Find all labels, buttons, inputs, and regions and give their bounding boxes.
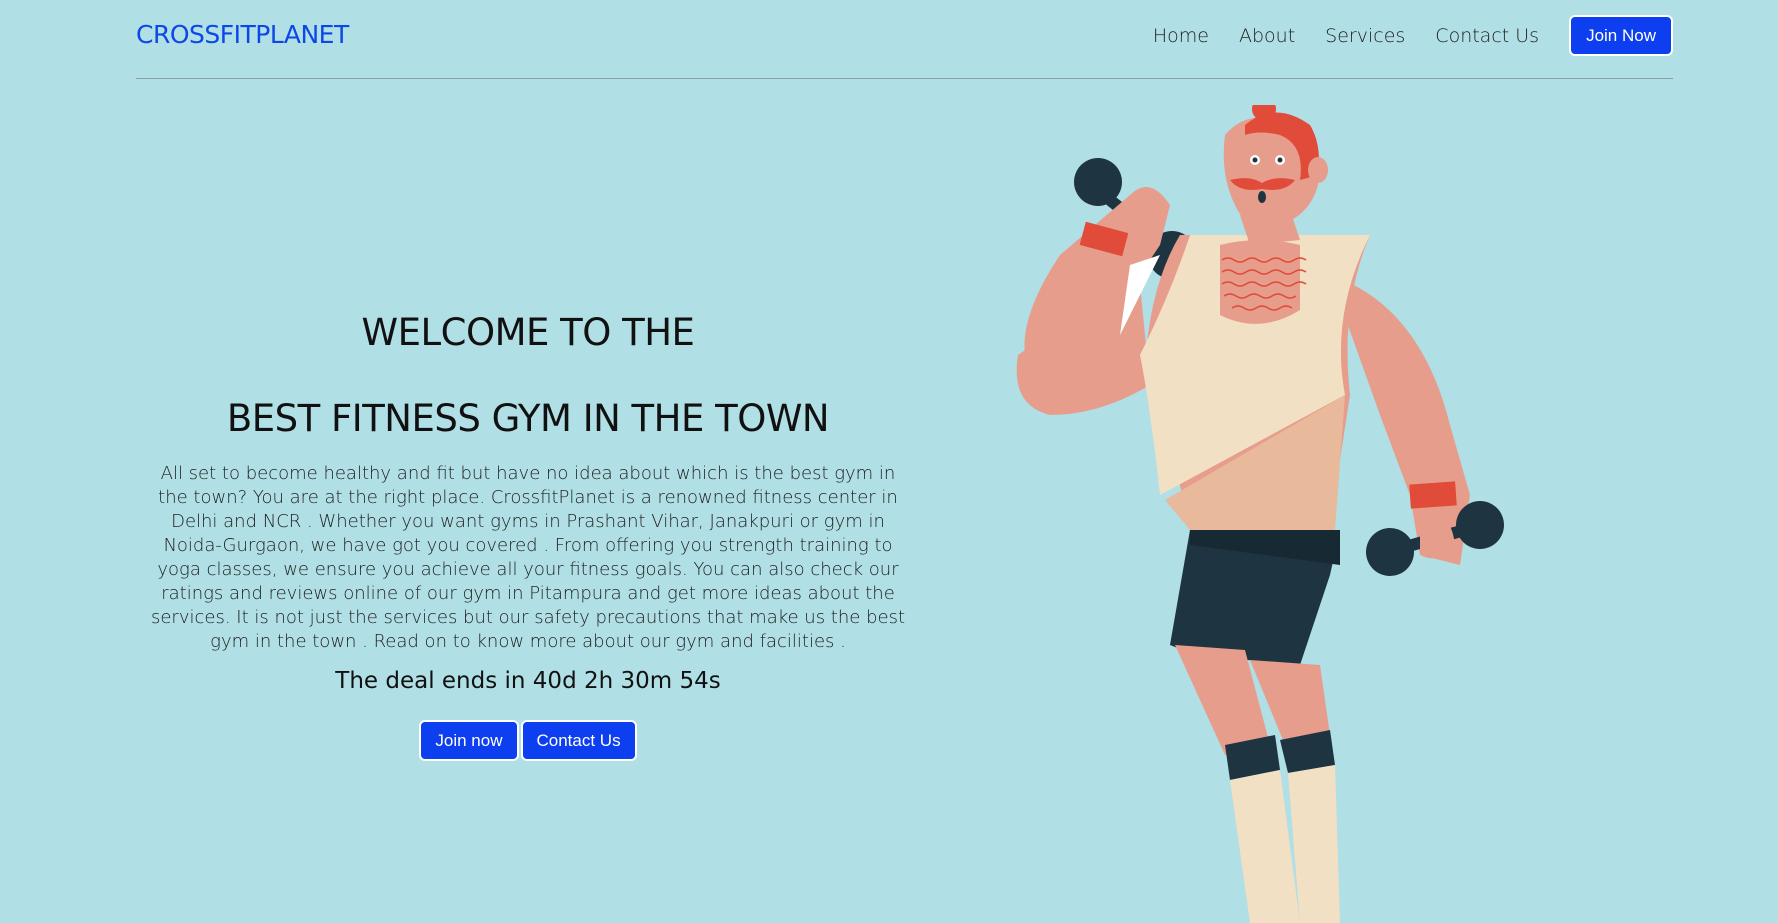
hero-description: All set to become healthy and fit but ha… bbox=[150, 463, 906, 652]
deal-countdown: The deal ends in 40d 2h 30m 54s bbox=[335, 668, 721, 694]
brand-logo[interactable]: CROSSFITPLANET bbox=[136, 20, 349, 49]
nav-home[interactable]: Home bbox=[1153, 25, 1209, 47]
hero-join-now-button[interactable]: Join now bbox=[419, 720, 519, 761]
hero-buttons: Join now Contact Us bbox=[150, 720, 906, 761]
nav-services[interactable]: Services bbox=[1325, 25, 1405, 47]
hero-title-line2: BEST FITNESS GYM IN THE TOWN bbox=[226, 397, 830, 440]
hero-contact-us-button[interactable]: Contact Us bbox=[520, 720, 637, 761]
nav-about[interactable]: About bbox=[1239, 25, 1295, 47]
gym-man-dumbbells-illustration bbox=[1000, 97, 1610, 923]
hero-title-line1: WELCOME TO THE bbox=[361, 311, 695, 354]
nav-contact-us[interactable]: Contact Us bbox=[1435, 25, 1539, 47]
nav-join-now-button[interactable]: Join Now bbox=[1569, 15, 1673, 56]
hero-section: WELCOME TO THE BEST FITNESS GYM IN THE T… bbox=[150, 290, 906, 761]
page: CROSSFITPLANET Home About Services Conta… bbox=[0, 0, 1778, 923]
navbar: CROSSFITPLANET Home About Services Conta… bbox=[136, 0, 1673, 79]
nav-links: Home About Services Contact Us Join Now bbox=[1123, 15, 1673, 56]
